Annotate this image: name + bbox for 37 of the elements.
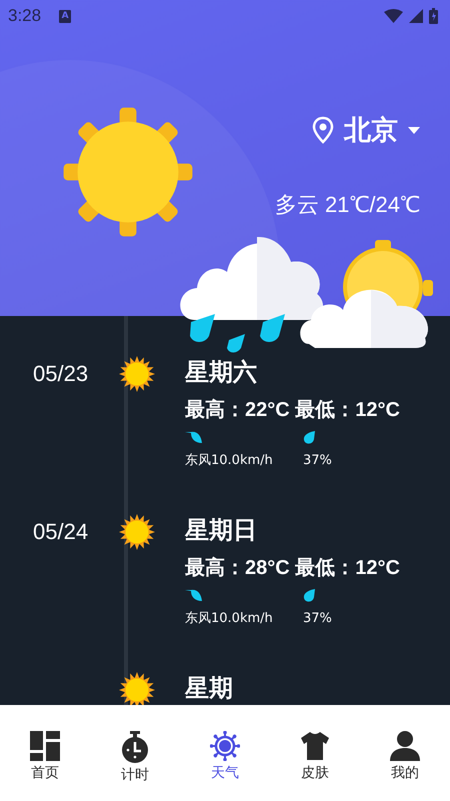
stopwatch-icon [120,731,150,763]
humidity: 37% [303,453,332,468]
wifi-icon [384,9,403,23]
nav-tab[interactable]: 天气 [195,705,255,782]
weekday: 星期日 [185,515,258,546]
sun-icon [210,731,240,761]
date: 05/23 [33,361,88,386]
humidity: 37% [303,611,332,626]
temperature-range: 最高：28°C 最低：12°C [185,556,401,581]
leaf-icon [185,431,205,443]
weekday: 星期 [185,673,234,704]
sun-cloud-icon [300,240,433,348]
nav-tab[interactable]: 计时 [105,705,165,784]
wind: 东风10.0km/h [185,452,273,469]
wind: 东风10.0km/h [185,610,273,627]
dropdown-caret-icon[interactable] [408,126,420,134]
nav-tab[interactable]: 首页 [15,705,75,782]
temperature-range: 最高：22°C 最低：12°C [185,398,401,423]
signal-icon [409,9,423,23]
leaf-icon [185,589,205,601]
weekday: 星期六 [185,357,258,388]
sun-icon [117,512,157,552]
city-name[interactable]: 北京 [344,112,398,148]
nav-tab[interactable]: 我的 [375,705,435,782]
status-time: 3:28 [8,6,42,26]
current-weather: 多云 21℃/24℃ [274,191,420,219]
sun-icon [117,354,157,394]
user-icon [390,731,420,761]
battery-icon [429,8,438,24]
location-pin-icon [312,116,334,144]
dashboard-icon [30,731,60,761]
water-drop-icon [303,589,315,603]
water-drop-icon [303,431,315,445]
nav-tab[interactable]: 皮肤 [285,705,345,782]
date: 05/24 [33,519,88,544]
notification-icon: A [59,10,72,22]
t-shirt-icon [300,731,330,761]
